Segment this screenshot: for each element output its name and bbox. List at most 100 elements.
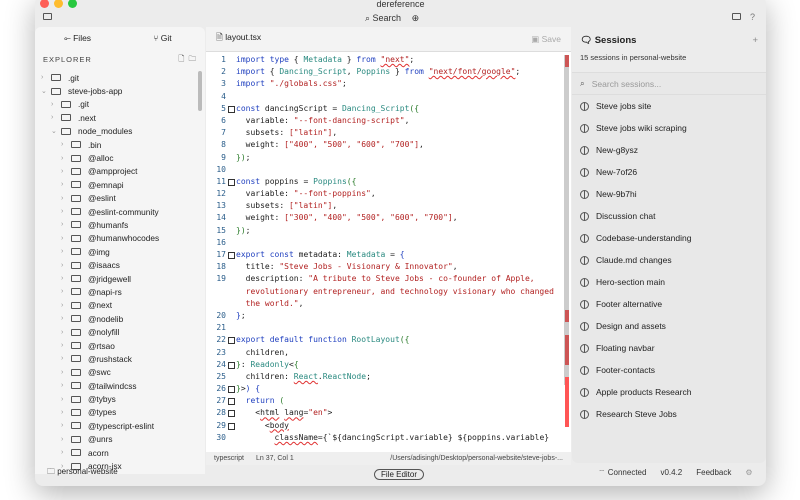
session-item[interactable]: Claude.md changes	[572, 249, 766, 271]
code-line[interactable]: 6 variable: "--font-dancing-script",	[206, 116, 561, 128]
session-item[interactable]: New-7of26	[572, 161, 766, 183]
code-line[interactable]: 8 weight: ["400", "500", "600", "700"],	[206, 140, 561, 152]
session-item[interactable]: Steve jobs wiki scraping	[572, 117, 766, 139]
fold-toggle-icon[interactable]	[228, 398, 235, 406]
fold-toggle-icon[interactable]	[228, 178, 235, 186]
code-line[interactable]: 24}: Readonly<{	[206, 360, 561, 372]
chevron-right-icon[interactable]: ›	[61, 155, 69, 162]
tree-item[interactable]: › @rtsao	[35, 339, 200, 352]
tree-item[interactable]: › acorn	[35, 446, 200, 459]
chevron-right-icon[interactable]: ›	[61, 329, 69, 336]
session-search-input[interactable]: Search sessions...	[592, 79, 661, 89]
tree-item[interactable]: › .bin	[35, 138, 200, 151]
code-line[interactable]: 3 import "./globals.css";	[206, 79, 561, 91]
tree-item[interactable]: › @napi-rs	[35, 285, 200, 298]
code-line[interactable]: 4	[206, 92, 561, 104]
session-item[interactable]: Footer-contacts	[572, 359, 766, 381]
save-button[interactable]: ▣ Save	[531, 34, 561, 45]
new-folder-icon[interactable]: 🗀	[189, 54, 198, 63]
tree-item[interactable]: › .git	[35, 71, 200, 84]
session-item[interactable]: Research Steve Jobs	[572, 403, 766, 425]
code-line[interactable]: 11 const poppins = Poppins({	[206, 177, 561, 189]
code-line[interactable]: 2 import { Dancing_Script, Poppins } from…	[206, 67, 561, 79]
chevron-right-icon[interactable]: ›	[51, 114, 59, 121]
session-item[interactable]: Apple products Research	[572, 381, 766, 403]
chevron-right-icon[interactable]: ›	[61, 422, 69, 429]
settings-icon[interactable]: ⚙	[745, 468, 752, 478]
code-line[interactable]: 17 export const metadata: Metadata = {	[206, 250, 561, 262]
panel-toggle-icon[interactable]	[732, 13, 741, 20]
session-item[interactable]: Codebase-understanding	[572, 227, 766, 249]
code-line[interactable]: 19 description: "A tribute to Steve Jobs…	[206, 274, 561, 286]
chevron-right-icon[interactable]: ›	[61, 235, 69, 242]
tree-item[interactable]: ⌄ steve-jobs-app	[35, 84, 200, 97]
session-search[interactable]: ⌕ Search sessions...	[572, 73, 766, 95]
tree-item[interactable]: › .git	[35, 98, 200, 111]
tree-item[interactable]: › @swc	[35, 366, 200, 379]
code-line[interactable]: 22 export default function RootLayout({	[206, 335, 561, 347]
code-line[interactable]: 5 const dancingScript = Dancing_Script({	[206, 104, 561, 116]
tree-item[interactable]: › @eslint-community	[35, 205, 200, 218]
fold-toggle-icon[interactable]	[228, 361, 235, 369]
globe-icon[interactable]: ⊕	[412, 13, 420, 23]
code-line[interactable]: 23 children,	[206, 348, 561, 360]
chevron-right-icon[interactable]: ›	[41, 74, 49, 81]
chevron-right-icon[interactable]: ›	[61, 449, 69, 456]
chevron-right-icon[interactable]: ›	[61, 195, 69, 202]
search-button[interactable]: ⌕ Search ⊕	[365, 13, 419, 24]
chevron-right-icon[interactable]: ›	[61, 288, 69, 295]
chevron-right-icon[interactable]: ›	[61, 262, 69, 269]
code-line[interactable]: 12 variable: "--font-poppins",	[206, 189, 561, 201]
chevron-right-icon[interactable]: ›	[61, 168, 69, 175]
tree-item[interactable]: › @nolyfill	[35, 325, 200, 338]
chevron-right-icon[interactable]: ›	[61, 436, 69, 443]
code-line[interactable]: 30 className={`${dancingScript.variable}…	[206, 433, 561, 445]
code-line[interactable]: 21	[206, 323, 561, 335]
code-line[interactable]: 14 weight: ["300", "400", "500", "600", …	[206, 213, 561, 225]
session-item[interactable]: Design and assets	[572, 315, 766, 337]
code-line[interactable]: the world.",	[206, 299, 561, 311]
fold-toggle-icon[interactable]	[228, 410, 235, 418]
code-line[interactable]: revolutionary entrepreneur, and technolo…	[206, 287, 561, 299]
tree-item[interactable]: › @jridgewell	[35, 272, 200, 285]
tree-item[interactable]: › @types	[35, 406, 200, 419]
chevron-right-icon[interactable]: ›	[61, 221, 69, 228]
chevron-right-icon[interactable]: ›	[61, 315, 69, 322]
tree-item[interactable]: › @alloc	[35, 151, 200, 164]
code-line[interactable]: 20};	[206, 311, 561, 323]
chevron-right-icon[interactable]: ›	[61, 302, 69, 309]
editor-tab[interactable]: 🗎 layout.tsx	[216, 32, 261, 46]
tree-item[interactable]: › @typescript-eslint	[35, 419, 200, 432]
tree-item[interactable]: › @eslint	[35, 192, 200, 205]
feedback-button[interactable]: Feedback	[696, 468, 731, 478]
help-button[interactable]: ?	[750, 12, 755, 22]
code-line[interactable]: 29 <body	[206, 421, 561, 433]
session-item[interactable]: New-g8ysz	[572, 139, 766, 161]
code-lines[interactable]: 1 import type { Metadata } from "next"; 2 i…	[206, 55, 561, 445]
tree-item[interactable]: › @next	[35, 299, 200, 312]
tab-git[interactable]: ⑂ Git	[120, 33, 205, 43]
chevron-right-icon[interactable]: ›	[61, 181, 69, 188]
chevron-right-icon[interactable]: ›	[51, 101, 59, 108]
chevron-right-icon[interactable]: ›	[61, 248, 69, 255]
chevron-right-icon[interactable]: ›	[61, 355, 69, 362]
code-line[interactable]: 18 title: "Steve Jobs - Visionary & Inno…	[206, 262, 561, 274]
code-line[interactable]: 27 return (	[206, 396, 561, 408]
chevron-right-icon[interactable]: ›	[61, 141, 69, 148]
chevron-right-icon[interactable]: ›	[61, 409, 69, 416]
code-line[interactable]: 7 subsets: ["latin"],	[206, 128, 561, 140]
fold-toggle-icon[interactable]	[228, 105, 235, 113]
code-line[interactable]: 1 import type { Metadata } from "next";	[206, 55, 561, 67]
tab-files[interactable]: ⟜ Files	[35, 33, 120, 44]
chevron-right-icon[interactable]: ›	[61, 342, 69, 349]
sidebar-toggle-icon[interactable]	[43, 13, 52, 20]
tree-item[interactable]: › @unrs	[35, 433, 200, 446]
code-line[interactable]: 9});	[206, 153, 561, 165]
tree-item[interactable]: › @nodelib	[35, 312, 200, 325]
session-item[interactable]: Steve jobs site	[572, 95, 766, 117]
session-item[interactable]: Floating navbar	[572, 337, 766, 359]
tree-item[interactable]: › @tailwindcss	[35, 379, 200, 392]
sidebar-scrollbar[interactable]	[198, 71, 202, 111]
fold-toggle-icon[interactable]	[228, 422, 235, 430]
code-line[interactable]: 26}>) {	[206, 384, 561, 396]
